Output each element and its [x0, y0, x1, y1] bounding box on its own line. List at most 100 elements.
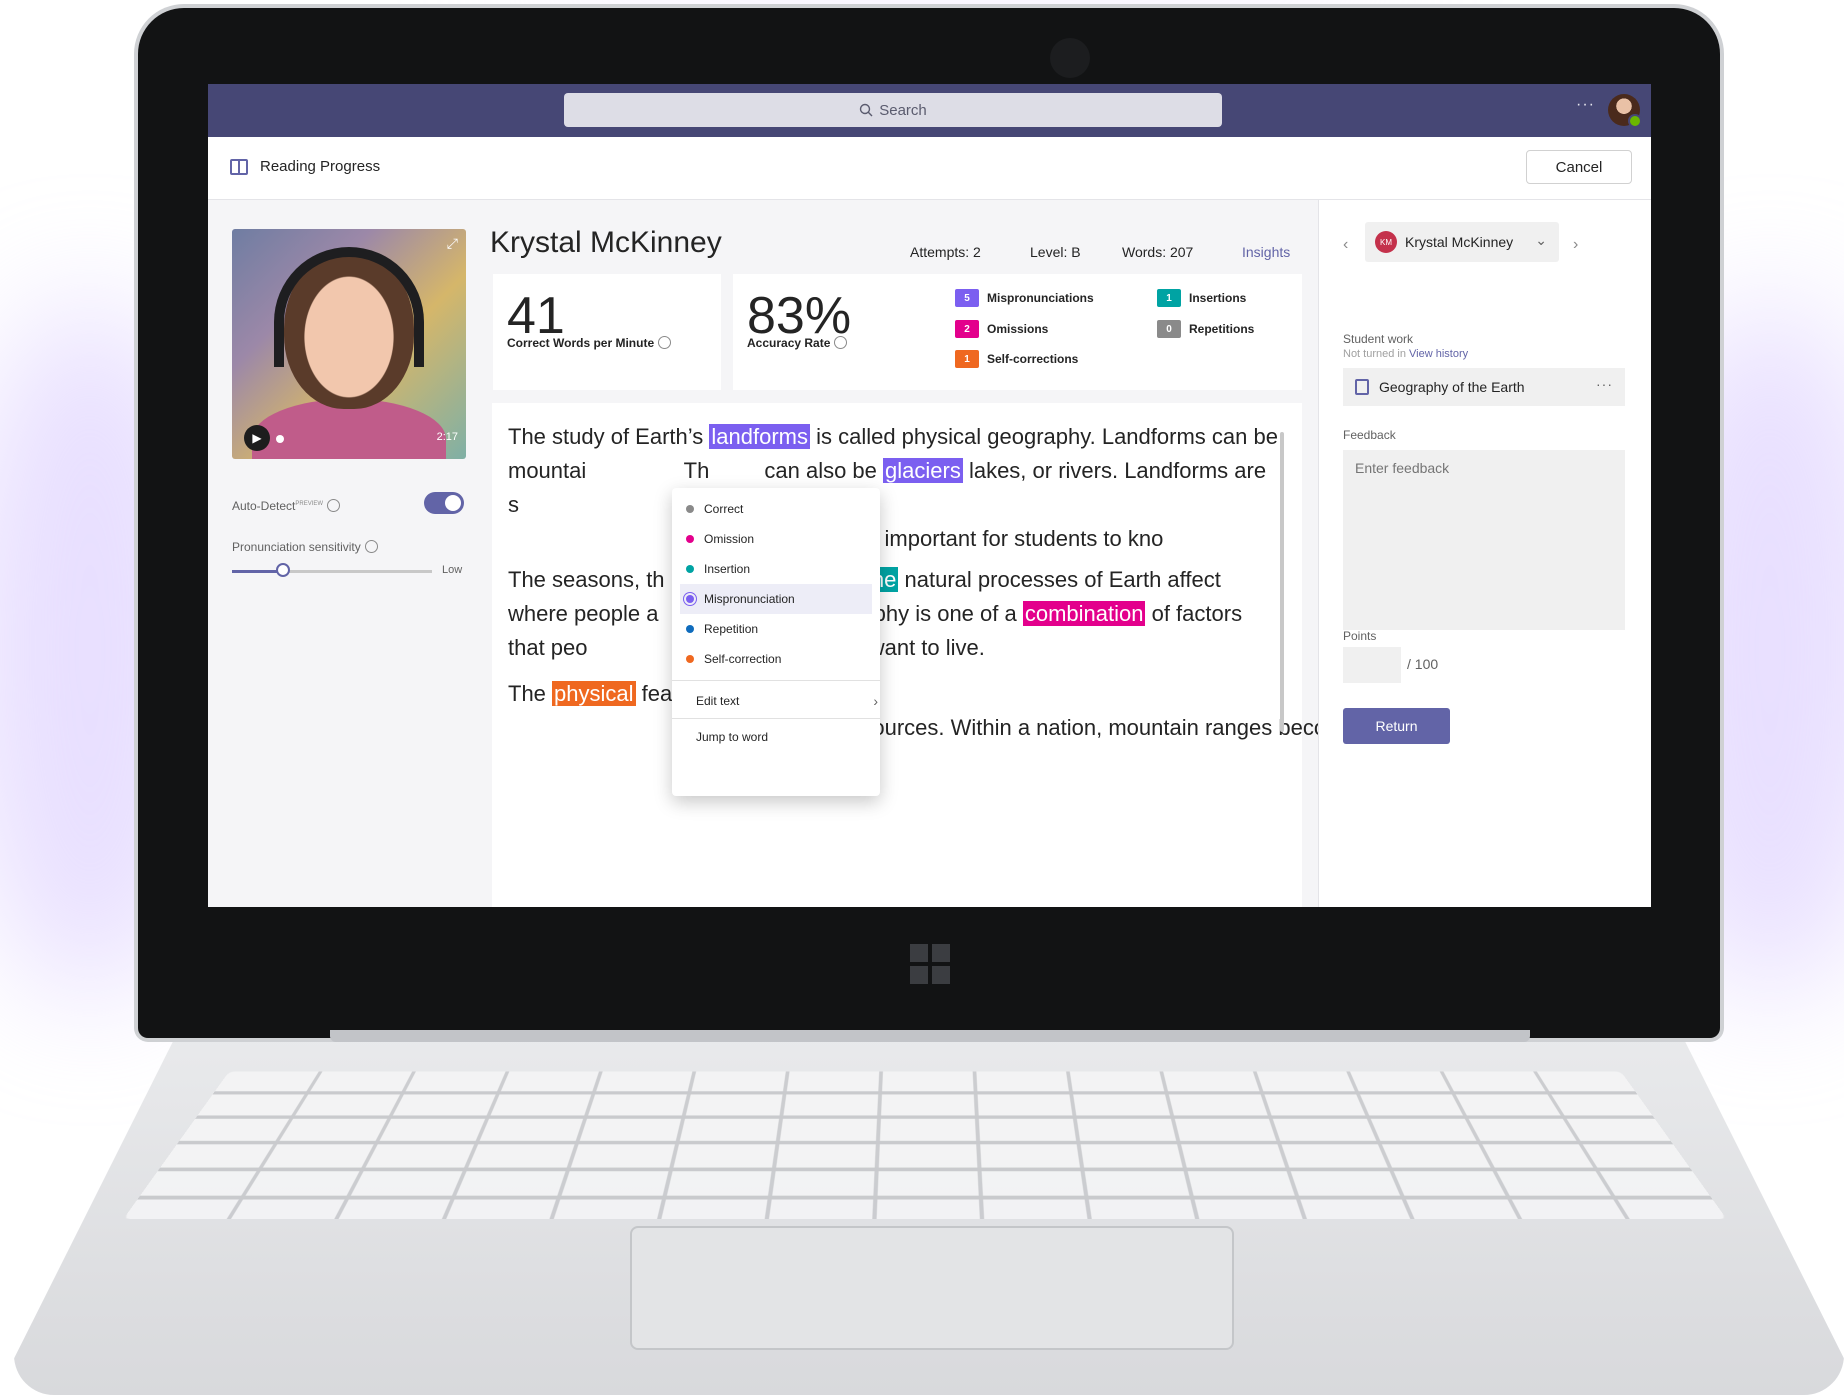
- passage-scrollbar[interactable]: [1280, 432, 1284, 732]
- status-text: Not turned in: [1343, 348, 1406, 360]
- word-combination[interactable]: combination: [1023, 601, 1146, 626]
- error-insertions[interactable]: 1 Insertions: [1157, 289, 1246, 307]
- menu-item-label: Insertion: [704, 562, 750, 576]
- menu-item-edit-text[interactable]: Edit text ›: [680, 686, 888, 716]
- menu-item-omission[interactable]: Omission: [680, 524, 872, 554]
- error-repetitions[interactable]: 0 Repetitions: [1157, 320, 1254, 338]
- menu-item-label: Omission: [704, 532, 754, 546]
- assignment-item[interactable]: Geography of the Earth ···: [1343, 368, 1625, 406]
- view-history-link[interactable]: View history: [1409, 348, 1468, 360]
- menu-item-label: Mispronunciation: [704, 592, 795, 606]
- search-placeholder: Search: [879, 102, 927, 119]
- student-video[interactable]: ⤢ ▶ 2:17: [232, 229, 466, 459]
- insights-link[interactable]: Insights: [1242, 244, 1290, 260]
- more-options-icon[interactable]: ···: [1596, 376, 1613, 392]
- menu-item-jump-to-word[interactable]: Jump to word: [680, 722, 888, 752]
- preview-tag: PREVIEW: [295, 501, 323, 507]
- video-progress-handle[interactable]: [276, 435, 284, 443]
- menu-divider: [672, 718, 880, 719]
- menu-item-insertion[interactable]: Insertion: [680, 554, 872, 584]
- chevron-down-icon: ⌄: [1535, 232, 1547, 249]
- error-label: Insertions: [1189, 291, 1246, 305]
- menu-item-label: Self-correction: [704, 652, 781, 666]
- info-icon[interactable]: [658, 336, 671, 349]
- passage-paragraph-3: The physical fea e often rich in resourc…: [508, 677, 1278, 745]
- passage-text: Th: [586, 458, 709, 483]
- points-max: / 100: [1407, 656, 1438, 672]
- student-selector[interactable]: KM Krystal McKinney ⌄: [1365, 222, 1559, 262]
- student-selector-name: Krystal McKinney: [1405, 234, 1513, 250]
- previous-student-icon[interactable]: ‹: [1343, 236, 1348, 254]
- info-icon[interactable]: [365, 540, 378, 553]
- info-icon[interactable]: [834, 336, 847, 349]
- screen: Search ··· Reading Progress Cancel ⤢ ▶ 2…: [208, 84, 1651, 907]
- wpm-label-text: Correct Words per Minute: [507, 336, 654, 350]
- passage-text: The seasons, th: [508, 567, 665, 592]
- word-physical[interactable]: physical: [552, 681, 635, 706]
- passage-paragraph-2: The seasons, th ll the natural processes…: [508, 563, 1278, 665]
- auto-detect-toggle[interactable]: [424, 492, 464, 514]
- error-self-corrections[interactable]: 1 Self-corrections: [955, 350, 1078, 368]
- keyboard-rows: [123, 1071, 1727, 1219]
- wpm-card: 41 Correct Words per Minute: [493, 274, 721, 390]
- submission-status: Not turned in View history: [1343, 348, 1468, 360]
- next-student-icon[interactable]: ›: [1573, 236, 1578, 254]
- error-count: 0: [1157, 320, 1181, 338]
- play-icon[interactable]: ▶: [244, 425, 270, 451]
- reading-passage: The study of Earth’s landforms is called…: [492, 403, 1302, 907]
- sensitivity-label: Pronunciation sensitivity: [232, 540, 378, 554]
- search-box[interactable]: Search: [564, 93, 1222, 127]
- more-options-icon[interactable]: ···: [1576, 96, 1595, 114]
- error-count: 1: [1157, 289, 1181, 307]
- app-title: Reading Progress: [260, 158, 380, 175]
- error-label: Repetitions: [1189, 322, 1254, 336]
- menu-item-mispronunciation[interactable]: Mispronunciation: [680, 584, 872, 614]
- passage-text: fea: [636, 681, 673, 706]
- word-context-menu: Correct Omission Insertion Mispronunciat…: [672, 488, 880, 796]
- error-count: 1: [955, 350, 979, 368]
- menu-item-self-correction[interactable]: Self-correction: [680, 644, 872, 674]
- error-count: 5: [955, 289, 979, 307]
- grading-panel: ‹ KM Krystal McKinney ⌄ › Student work N…: [1318, 200, 1651, 907]
- auto-detect-label: Auto-DetectPREVIEW: [232, 499, 340, 513]
- menu-item-repetition[interactable]: Repetition: [680, 614, 872, 644]
- error-label: Omissions: [987, 322, 1048, 336]
- user-avatar[interactable]: [1608, 94, 1640, 126]
- status-dot-icon: [686, 565, 694, 573]
- main-content: ⤢ ▶ 2:17 Auto-DetectPREVIEW Pronunciatio…: [208, 200, 1651, 907]
- error-omissions[interactable]: 2 Omissions: [955, 320, 1048, 338]
- info-icon[interactable]: [327, 499, 340, 512]
- assignment-title: Geography of the Earth: [1379, 379, 1525, 395]
- menu-divider: [672, 680, 880, 681]
- feedback-label: Feedback: [1343, 428, 1396, 442]
- return-button[interactable]: Return: [1343, 708, 1450, 744]
- passage-text: The: [508, 681, 552, 706]
- sensitivity-slider[interactable]: [232, 570, 432, 573]
- status-dot-icon: [686, 535, 694, 543]
- cancel-button[interactable]: Cancel: [1526, 150, 1632, 184]
- student-avatar: KM: [1375, 231, 1397, 253]
- error-mispronunciations[interactable]: 5 Mispronunciations: [955, 289, 1094, 307]
- document-icon: [1355, 379, 1369, 395]
- sensitivity-text: Pronunciation sensitivity: [232, 540, 361, 554]
- word-glaciers[interactable]: glaciers: [883, 458, 963, 483]
- error-label: Self-corrections: [987, 352, 1078, 366]
- student-name: Krystal McKinney: [490, 226, 722, 260]
- auto-detect-text: Auto-Detect: [232, 499, 295, 513]
- error-count: 2: [955, 320, 979, 338]
- student-work-label: Student work: [1343, 332, 1413, 346]
- status-dot-icon: [686, 505, 694, 513]
- word-landforms[interactable]: landforms: [709, 424, 810, 449]
- wpm-label: Correct Words per Minute: [507, 336, 671, 350]
- passage-text: The study of Earth’s: [508, 424, 709, 449]
- points-input[interactable]: [1343, 647, 1401, 683]
- reading-progress-icon: [230, 159, 248, 175]
- expand-icon[interactable]: ⤢: [447, 235, 458, 252]
- passage-text: can also be: [709, 458, 883, 483]
- slider-thumb[interactable]: [276, 563, 290, 577]
- menu-item-correct[interactable]: Correct: [680, 494, 872, 524]
- video-duration: 2:17: [437, 431, 458, 443]
- reading-level: Level: B: [1030, 244, 1081, 260]
- feedback-input[interactable]: [1343, 450, 1625, 630]
- menu-item-label: Edit text: [696, 694, 739, 708]
